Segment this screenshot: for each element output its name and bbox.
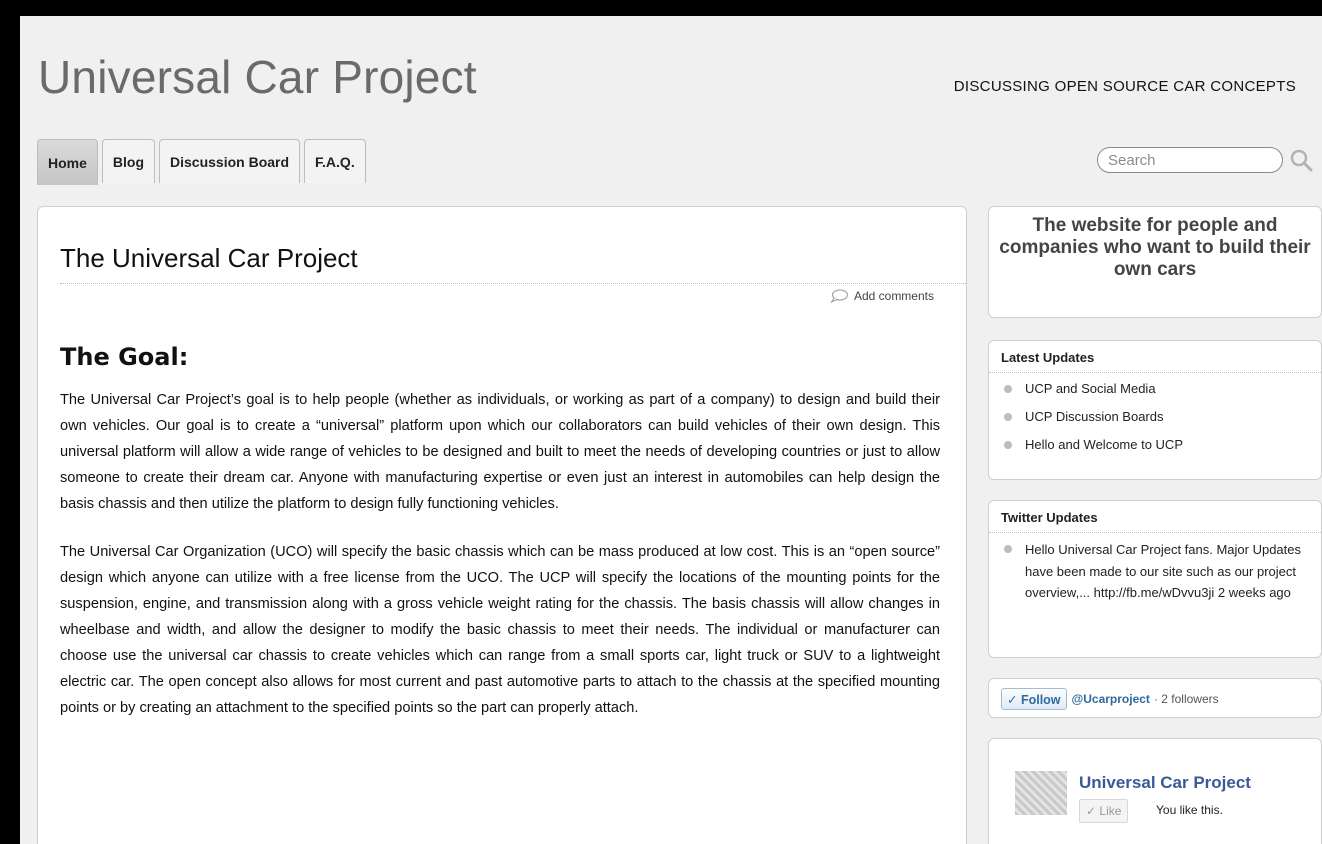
twitter-handle-link[interactable]: @Ucarproject: [1072, 692, 1150, 706]
add-comments-link[interactable]: Add comments: [830, 289, 934, 303]
twitter-updates-title: Twitter Updates: [989, 501, 1321, 533]
promo-text: The website for people and companies who…: [999, 215, 1311, 280]
search-box: [1097, 147, 1313, 173]
facebook-like-widget: Universal Car Project ✓ Like You like th…: [988, 738, 1322, 844]
post-paragraph: The Universal Car Organization (UCO) wil…: [60, 544, 940, 716]
search-input[interactable]: [1097, 147, 1283, 173]
post-body: The Universal Car Project’s goal is to h…: [60, 387, 940, 743]
follower-count: · 2 followers: [1153, 692, 1219, 706]
like-status-text: You like this.: [1156, 803, 1223, 817]
tab-faq[interactable]: F.A.Q.: [304, 139, 366, 183]
latest-updates-title: Latest Updates: [989, 341, 1321, 373]
site-tagline: DISCUSSING OPEN SOURCE CAR CONCEPTS: [953, 78, 1296, 95]
twitter-updates-list: Hello Universal Car Project fans. Major …: [989, 539, 1321, 604]
follow-row: ✓ Follow @Ucarproject · 2 followers: [989, 679, 1321, 719]
promo-widget: The website for people and companies who…: [988, 206, 1322, 318]
title-divider: [60, 283, 966, 284]
add-comments-label: Add comments: [853, 289, 934, 303]
post-title[interactable]: The Universal Car Project: [60, 243, 358, 274]
goal-heading: The Goal:: [60, 343, 189, 371]
page: Universal Car Project DISCUSSING OPEN SO…: [20, 16, 1322, 844]
latest-update-item[interactable]: UCP and Social Media: [1004, 379, 1309, 399]
search-icon[interactable]: [1289, 148, 1313, 172]
facebook-page-thumbnail[interactable]: [1015, 771, 1067, 815]
latest-updates-list: UCP and Social Media UCP Discussion Boar…: [989, 379, 1321, 455]
main-content: The Universal Car Project Add comments T…: [37, 206, 967, 844]
like-button[interactable]: ✓ Like: [1079, 799, 1129, 823]
tweet-item[interactable]: Hello Universal Car Project fans. Major …: [1004, 539, 1309, 604]
site-title[interactable]: Universal Car Project: [38, 50, 477, 104]
comment-bubble-icon: [830, 289, 848, 303]
twitter-updates-widget: Twitter Updates Hello Universal Car Proj…: [988, 500, 1322, 658]
tab-home[interactable]: Home: [37, 139, 98, 185]
main-nav: Home Blog Discussion Board F.A.Q.: [37, 139, 370, 185]
tab-discussion-board[interactable]: Discussion Board: [159, 139, 301, 183]
facebook-page-name[interactable]: Universal Car Project: [1079, 773, 1251, 793]
post-paragraph: The Universal Car Project’s goal is to h…: [60, 392, 940, 512]
follow-button[interactable]: ✓ Follow: [1001, 688, 1067, 710]
latest-updates-widget: Latest Updates UCP and Social Media UCP …: [988, 340, 1322, 480]
twitter-follow-widget: ✓ Follow @Ucarproject · 2 followers: [988, 678, 1322, 718]
tab-blog[interactable]: Blog: [101, 139, 156, 183]
latest-update-item[interactable]: UCP Discussion Boards: [1004, 407, 1309, 427]
latest-update-item[interactable]: Hello and Welcome to UCP: [1004, 435, 1309, 455]
